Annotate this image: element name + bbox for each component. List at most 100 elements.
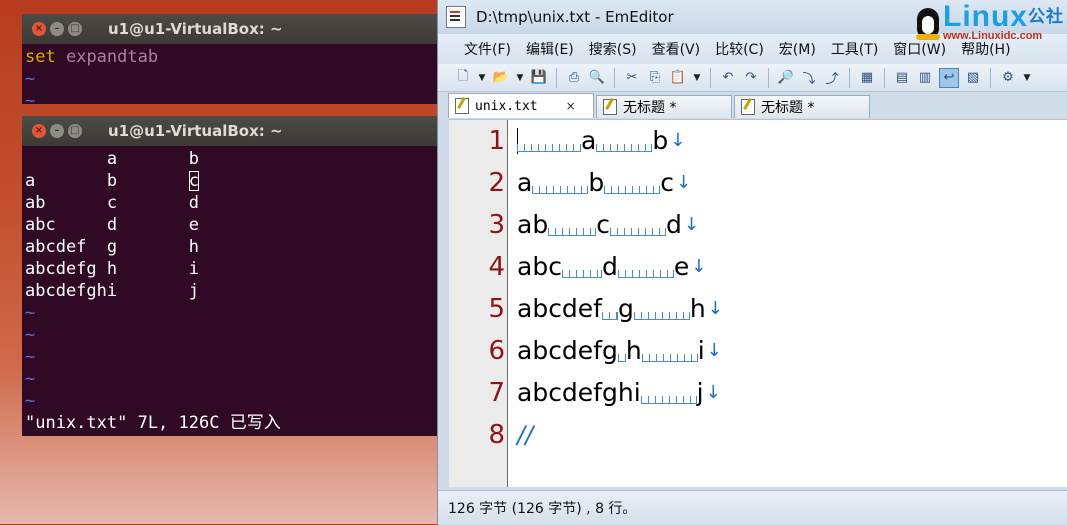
redo-icon[interactable]: ↷ [742, 69, 760, 87]
wrap-window-icon[interactable]: ↩ [939, 67, 959, 88]
toolbar-divider [884, 67, 885, 88]
editor-text-area[interactable]: a b ↓ a b c ↓ ab c d ↓ abc d e ↓ abcdef g h ↓ abcdefg h… [508, 120, 1067, 487]
line-number: 3 [488, 210, 505, 240]
window-title: D:\tmp\unix.txt - EmEditor [476, 8, 674, 26]
toolbar-divider [556, 67, 557, 88]
terminal-content[interactable]: a b a b c ab c d abc d e abcdef g h abcd… [22, 146, 442, 434]
chevron-down-icon[interactable]: ▼ [692, 69, 702, 87]
terminal-titlebar[interactable]: × – □ u1@u1-VirtualBox: ~ [22, 116, 442, 146]
vim-option: expandtab [65, 47, 159, 67]
line-number: 5 [488, 294, 505, 324]
wrap-none-icon[interactable]: ▤ [893, 69, 911, 87]
minimize-icon[interactable]: – [50, 22, 64, 36]
undo-icon[interactable]: ↶ [719, 69, 737, 87]
text-line: abc d e [25, 215, 199, 235]
find-previous-icon[interactable]: ⤴ [823, 69, 841, 87]
menu-tools[interactable]: 工具(T) [831, 39, 878, 59]
tab-untitled-2[interactable]: 无标题 * [734, 95, 870, 118]
close-icon[interactable]: × [566, 99, 576, 113]
close-icon[interactable]: × [32, 22, 46, 36]
menu-edit[interactable]: 编辑(E) [526, 39, 574, 59]
editor-line: abcdefghi j ↓ [517, 372, 1067, 414]
editor-line: abcdefg h i ↓ [517, 330, 1067, 372]
wrap-page-icon[interactable]: ▧ [964, 69, 982, 87]
line-number: 8 [488, 420, 505, 450]
highlight-search-icon[interactable]: ▦ [858, 69, 876, 87]
toolbar-divider [768, 67, 769, 88]
menu-macro[interactable]: 宏(M) [779, 39, 816, 59]
eol-mark: ↓ [675, 172, 692, 193]
terminal-content[interactable]: set expandtab ~ ~ [22, 44, 442, 104]
text-editor[interactable]: 1 2 3 4 5 6 7 8 a b ↓ a b c ↓ ab c d ↓ abc d e ↓ ab… [449, 119, 1067, 487]
eol-mark: ↓ [691, 256, 707, 277]
paste-icon[interactable]: 📋 [669, 69, 687, 87]
line-number: 2 [488, 168, 505, 198]
menu-file[interactable]: 文件(F) [464, 39, 511, 59]
emeditor-titlebar[interactable]: D:\tmp\unix.txt - EmEditor Linux公社 www.L… [438, 0, 1067, 42]
save-icon[interactable]: 💾 [530, 69, 548, 87]
toolbar-divider [614, 67, 615, 88]
print-icon[interactable]: ⎙ [565, 69, 583, 87]
toolbar-divider [849, 67, 850, 88]
empty-line-marker: ~ [25, 69, 36, 89]
document-icon [603, 99, 617, 115]
menu-window[interactable]: 窗口(W) [893, 39, 946, 59]
space-mark [617, 270, 674, 278]
space-mark [640, 396, 697, 404]
text-line: abcdef g h [25, 237, 199, 257]
vim-status-line: "unix.txt" 7L, 126C 已写入 [25, 413, 281, 433]
empty-line-marker: ~ [25, 347, 36, 367]
terminal-window-top[interactable]: × – □ u1@u1-VirtualBox: ~ set expandtab … [22, 14, 442, 104]
close-icon[interactable]: × [32, 124, 46, 138]
space-mark [561, 270, 602, 278]
space-mark [517, 144, 581, 152]
copy-icon[interactable]: ⎘ [646, 69, 664, 87]
open-folder-icon[interactable]: 📂 [492, 69, 510, 87]
menu-search[interactable]: 搜索(S) [589, 39, 637, 59]
tab-untitled-1[interactable]: 无标题 * [596, 95, 732, 118]
eof-mark: // [517, 421, 534, 449]
print-preview-icon[interactable]: 🔍 [588, 69, 606, 87]
text-line: abcdefghi j [25, 281, 199, 301]
space-mark [532, 186, 589, 194]
status-text: 126 字节 (126 字节) , 8 行。 [448, 501, 637, 517]
tab-label: 无标题 * [761, 100, 815, 116]
terminal-titlebar[interactable]: × – □ u1@u1-VirtualBox: ~ [22, 14, 442, 44]
maximize-icon[interactable]: □ [68, 124, 82, 138]
text-line: abcdefg h i [25, 259, 199, 279]
penguin-icon [915, 2, 941, 40]
space-mark [604, 186, 661, 194]
toolbar-divider [990, 67, 991, 88]
editor-line: abc d e ↓ [517, 246, 1067, 288]
menu-view[interactable]: 查看(V) [652, 39, 701, 59]
maximize-icon[interactable]: □ [68, 22, 82, 36]
tab-unix-txt[interactable]: unix.txt × [448, 93, 594, 118]
terminal-title: u1@u1-VirtualBox: ~ [108, 20, 283, 38]
chevron-down-icon[interactable]: ▼ [1022, 69, 1032, 87]
line-number: 4 [488, 252, 505, 282]
empty-line-marker: ~ [25, 369, 36, 389]
status-bar: 126 字节 (126 字节) , 8 行。 [438, 490, 1067, 525]
new-file-icon[interactable]: 🗋 [454, 69, 472, 87]
menu-help[interactable]: 帮助(H) [961, 39, 1010, 59]
document-icon [741, 99, 755, 115]
tab-label: unix.txt [475, 98, 538, 114]
document-icon [446, 6, 466, 28]
minimize-icon[interactable]: – [50, 124, 64, 138]
chevron-down-icon[interactable]: ▼ [515, 69, 525, 87]
config-icon[interactable]: ⚙ [999, 69, 1017, 87]
cut-icon[interactable]: ✂ [623, 69, 641, 87]
eol-mark: ↓ [670, 130, 686, 151]
terminal-window-bottom[interactable]: × – □ u1@u1-VirtualBox: ~ a b a b c ab c… [22, 116, 442, 436]
chevron-down-icon[interactable]: ▼ [477, 69, 487, 87]
find-icon[interactable]: 🔎 [777, 69, 795, 87]
toolbar-divider [710, 67, 711, 88]
find-next-icon[interactable]: ⤵ [800, 69, 818, 87]
wrap-chars-icon[interactable]: ▥ [916, 69, 934, 87]
line-number-gutter: 1 2 3 4 5 6 7 8 [449, 120, 508, 487]
menu-compare[interactable]: 比较(C) [715, 39, 764, 59]
emeditor-window[interactable]: D:\tmp\unix.txt - EmEditor Linux公社 www.L… [437, 0, 1067, 525]
space-mark [633, 312, 690, 320]
space-mark [596, 144, 653, 152]
text-line-with-cursor: a b c [25, 171, 200, 191]
